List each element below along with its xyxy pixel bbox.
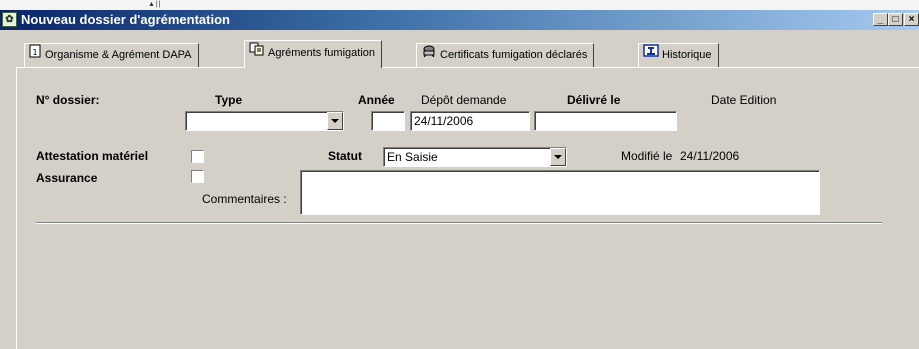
attestation-label: Attestation matériel [36, 149, 149, 163]
app-icon: ✿ [2, 12, 17, 27]
tab-label: Organisme & Agrément DAPA [45, 49, 192, 61]
tab-agrements-fumigation[interactable]: Agréments fumigation [244, 40, 382, 68]
attestation-checkbox[interactable] [191, 150, 204, 163]
delivre-le-label: Délivré le [567, 93, 621, 107]
depot-demande-input[interactable]: 24/11/2006 [410, 111, 530, 131]
maximize-button[interactable]: □ [888, 13, 903, 26]
assurance-label: Assurance [36, 171, 98, 185]
svg-text:1: 1 [33, 48, 38, 57]
date-edition-label: Date Edition [711, 93, 777, 107]
modifie-le-value: 24/11/2006 [680, 149, 740, 163]
tab-label: Historique [662, 49, 712, 61]
statut-label: Statut [328, 149, 362, 163]
statut-select[interactable]: En Saisie [383, 147, 567, 167]
depot-demande-label: Dépôt demande [421, 93, 507, 107]
delivre-le-input[interactable] [534, 111, 677, 131]
annee-input[interactable] [371, 111, 405, 131]
window-title: Nouveau dossier d'agrémentation [21, 12, 230, 27]
dialog-window: ✿ Nouveau dossier d'agrémentation _ □ × … [0, 10, 919, 349]
copy-documents-icon [249, 41, 265, 65]
title-bar[interactable]: ✿ Nouveau dossier d'agrémentation _ □ × [0, 10, 919, 30]
document-icon: 1 [29, 44, 42, 66]
chevron-down-icon[interactable] [327, 112, 343, 130]
certificate-icon [421, 44, 437, 66]
assurance-checkbox[interactable] [191, 170, 204, 183]
tab-label: Certificats fumigation déclarés [440, 49, 588, 61]
annee-label: Année [358, 93, 395, 107]
tab-organisme[interactable]: 1 Organisme & Agrément DAPA [24, 43, 199, 67]
close-button[interactable]: × [904, 13, 919, 26]
background-strip: ▲|| [0, 0, 919, 10]
statut-value: En Saisie [387, 150, 438, 164]
depot-demande-value: 24/11/2006 [414, 114, 474, 128]
modifie-le-label: Modifié le [621, 149, 673, 163]
type-label: Type [215, 93, 243, 107]
chevron-down-icon[interactable] [550, 148, 566, 166]
history-icon [643, 44, 659, 66]
tab-certificats[interactable]: Certificats fumigation déclarés [416, 43, 595, 67]
tab-label: Agréments fumigation [268, 47, 375, 59]
commentaires-textarea[interactable] [300, 170, 820, 215]
dossier-label: N° dossier: [36, 93, 100, 107]
commentaires-label: Commentaires : [202, 192, 287, 206]
type-select[interactable] [185, 111, 344, 131]
tab-historique[interactable]: Historique [638, 43, 719, 67]
splitter-grip-icon: ▲|| [148, 1, 162, 8]
separator-line [36, 222, 882, 224]
minimize-button[interactable]: _ [873, 13, 888, 26]
